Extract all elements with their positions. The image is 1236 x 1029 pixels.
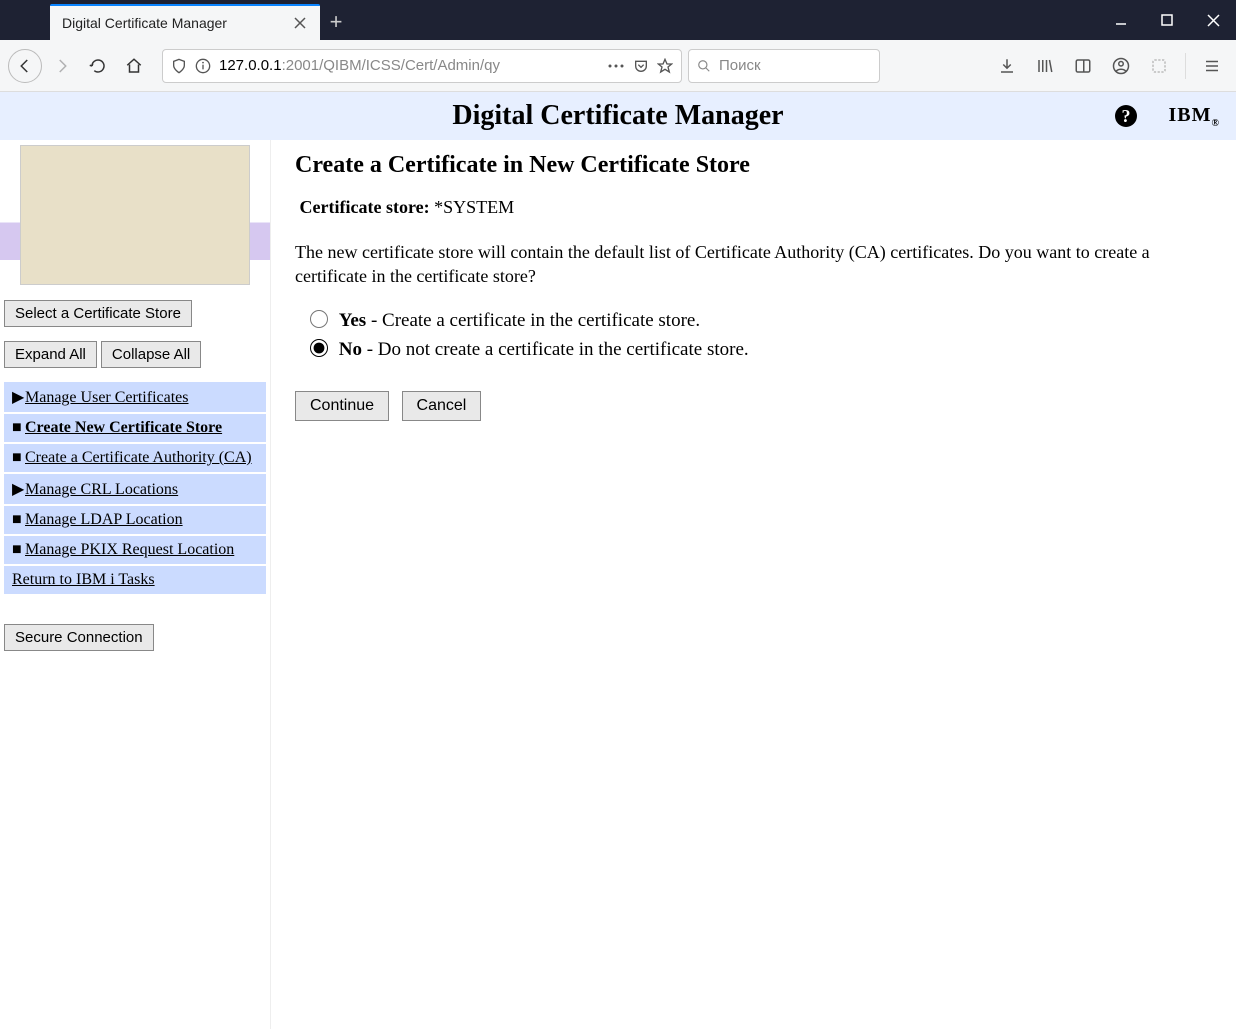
search-placeholder: Поиск — [719, 57, 761, 74]
page-header: Digital Certificate Manager ? IBM® — [0, 92, 1236, 140]
radio-no-bold: No — [339, 339, 362, 360]
store-value: *SYSTEM — [434, 197, 514, 217]
cancel-button[interactable]: Cancel — [402, 391, 482, 421]
nav-link-1[interactable]: Create New Certificate Store — [25, 419, 222, 436]
home-button[interactable] — [118, 50, 150, 82]
nav-item-1[interactable]: ■Create New Certificate Store — [4, 414, 266, 442]
description: The new certificate store will contain t… — [295, 240, 1165, 289]
nav-link-6[interactable]: Return to IBM i Tasks — [12, 571, 155, 588]
content-heading: Create a Certificate in New Certificate … — [295, 152, 1212, 179]
select-store-button[interactable]: Select a Certificate Store — [4, 300, 192, 327]
ibm-logo: IBM® — [1169, 104, 1220, 129]
new-tab-button[interactable]: + — [320, 4, 352, 40]
nav-link-5[interactable]: Manage PKIX Request Location — [25, 541, 234, 558]
url-bar[interactable]: 127.0.0.1:2001/QIBM/ICSS/Cert/Admin/qy — [162, 49, 682, 83]
window-maximize-icon[interactable] — [1144, 0, 1190, 40]
collapse-all-button[interactable]: Collapse All — [101, 341, 201, 368]
nav-item-3[interactable]: ▶Manage CRL Locations — [4, 474, 266, 504]
sidebar-logo — [0, 140, 270, 290]
tab-close-icon[interactable] — [292, 15, 308, 31]
radio-yes[interactable]: Yes - Create a certificate in the certif… — [305, 307, 1212, 332]
continue-button[interactable]: Continue — [295, 391, 389, 421]
url-text: 127.0.0.1:2001/QIBM/ICSS/Cert/Admin/qy — [219, 57, 599, 74]
expand-all-button[interactable]: Expand All — [4, 341, 97, 368]
search-icon — [697, 59, 711, 73]
menu-icon[interactable] — [1196, 50, 1228, 82]
info-icon[interactable] — [195, 58, 211, 74]
window-close-icon[interactable] — [1190, 0, 1236, 40]
downloads-icon[interactable] — [991, 50, 1023, 82]
shield-icon[interactable] — [171, 57, 187, 75]
meatball-icon[interactable] — [607, 63, 625, 69]
nav-marker-icon: ▶ — [12, 387, 22, 407]
pocket-icon[interactable] — [633, 58, 649, 74]
radio-no-input[interactable] — [310, 339, 328, 357]
nav-link-2[interactable]: Create a Certificate Authority (CA) — [25, 449, 252, 466]
sidebar: Select a Certificate Store Expand All Co… — [0, 140, 270, 1029]
separator — [1185, 53, 1186, 79]
nav-item-4[interactable]: ■Manage LDAP Location — [4, 506, 266, 534]
browser-tab[interactable]: Digital Certificate Manager — [50, 4, 320, 40]
search-bar[interactable]: Поиск — [688, 49, 880, 83]
nav-item-6[interactable]: Return to IBM i Tasks — [4, 566, 266, 594]
nav-marker-icon: ■ — [12, 511, 22, 529]
titlebar: Digital Certificate Manager + — [0, 0, 1236, 40]
radio-group: Yes - Create a certificate in the certif… — [305, 307, 1212, 361]
radio-no[interactable]: No - Do not create a certificate in the … — [305, 336, 1212, 361]
secure-connection-button[interactable]: Secure Connection — [4, 624, 154, 651]
reload-button[interactable] — [82, 50, 114, 82]
library-icon[interactable] — [1029, 50, 1061, 82]
nav-list: ▶Manage User Certificates■Create New Cer… — [4, 382, 266, 594]
radio-yes-text: - Create a certificate in the certificat… — [366, 310, 700, 331]
nav-item-5[interactable]: ■Manage PKIX Request Location — [4, 536, 266, 564]
nav-marker-icon: ▶ — [12, 479, 22, 499]
page-title: Digital Certificate Manager — [452, 100, 783, 132]
nav-back-button[interactable] — [8, 49, 42, 83]
radio-yes-bold: Yes — [339, 310, 366, 331]
radio-yes-input[interactable] — [310, 310, 328, 328]
bookmark-star-icon[interactable] — [657, 58, 673, 74]
account-icon[interactable] — [1105, 50, 1137, 82]
nav-marker-icon: ■ — [12, 449, 22, 467]
certificate-image — [20, 145, 250, 285]
window-minimize-icon[interactable] — [1098, 0, 1144, 40]
window-controls — [1098, 0, 1236, 40]
nav-item-2[interactable]: ■Create a Certificate Authority (CA) — [4, 444, 266, 472]
radio-no-text: - Do not create a certificate in the cer… — [362, 339, 749, 360]
toolbar: 127.0.0.1:2001/QIBM/ICSS/Cert/Admin/qy П… — [0, 40, 1236, 92]
extension-icon[interactable] — [1143, 50, 1175, 82]
sidebar-toggle-icon[interactable] — [1067, 50, 1099, 82]
nav-link-3[interactable]: Manage CRL Locations — [25, 481, 178, 498]
nav-marker-icon: ■ — [12, 419, 22, 437]
nav-marker-icon: ■ — [12, 541, 22, 559]
action-row: Continue Cancel — [295, 391, 1212, 421]
nav-link-0[interactable]: Manage User Certificates — [25, 389, 188, 406]
help-icon[interactable]: ? — [1114, 104, 1138, 128]
store-line: Certificate store: *SYSTEM — [295, 197, 1212, 218]
nav-link-4[interactable]: Manage LDAP Location — [25, 511, 183, 528]
nav-item-0[interactable]: ▶Manage User Certificates — [4, 382, 266, 412]
store-label: Certificate store: — [300, 197, 430, 217]
nav-forward-button[interactable] — [46, 50, 78, 82]
main-content: Create a Certificate in New Certificate … — [270, 140, 1236, 1029]
tab-title: Digital Certificate Manager — [62, 15, 280, 31]
svg-text:?: ? — [1122, 106, 1131, 126]
